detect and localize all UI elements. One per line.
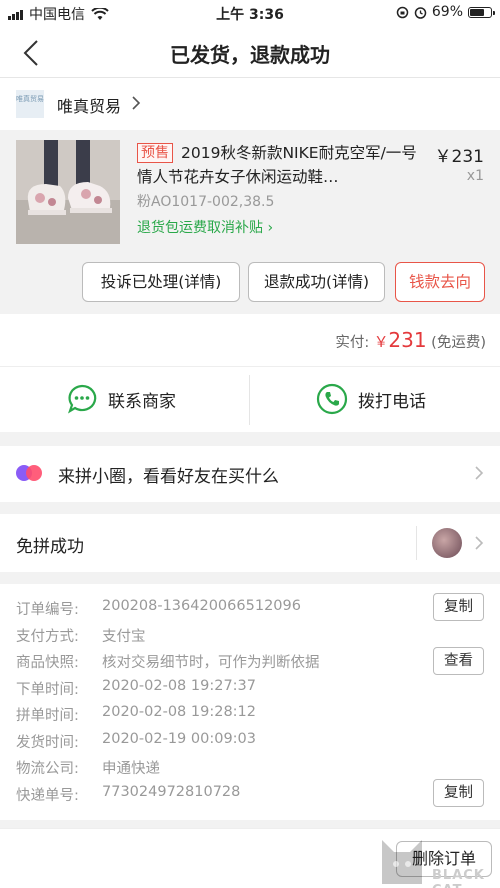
watermark-text: BLACK CAT [432, 868, 485, 888]
product-sku: 粉AO1017-002,38.5 [137, 194, 275, 210]
friend-circle-label: 来拼小圈，看看好友在买什么 [58, 467, 279, 487]
info-row: 拼单时间: 2020-02-08 19:28:12 [16, 704, 256, 725]
divider [416, 526, 417, 560]
info-row: 快递单号: 773024972810728 [16, 784, 240, 805]
copy-tracking-number-button[interactable]: 复制 [433, 779, 484, 807]
payment-summary: 实付: ￥231 (免运费) [0, 314, 500, 366]
info-value: 支付宝 [102, 629, 146, 645]
contact-merchant-label: 联系商家 [108, 391, 176, 412]
group-status-label: 免拼成功 [16, 537, 84, 557]
divider [249, 375, 250, 425]
order-info: 订单编号: 200208-136420066512096 支付方式: 支付宝 商品快… [0, 584, 500, 820]
info-key: 订单编号: [16, 602, 79, 618]
phone-icon [316, 383, 348, 415]
shipping-subsidy-link[interactable]: 退货包运费取消补贴 › [137, 217, 273, 237]
shipping-subsidy-label: 退货包运费取消补贴 [137, 220, 263, 236]
shop-logo: 唯真贸易 [16, 90, 44, 118]
product-image[interactable] [16, 140, 120, 244]
status-bar: 中国电信 上午 3:36 69% [0, 0, 500, 26]
view-snapshot-button[interactable]: 查看 [433, 647, 484, 675]
product-card[interactable]: 2019秋冬新款NIKE耐克空军/一号情人节花卉女子休闲运动鞋… 预售 ￥231… [0, 130, 500, 314]
info-value: 2020-02-08 19:27:37 [102, 678, 256, 694]
info-key: 支付方式: [16, 629, 79, 645]
info-value: 2020-02-08 19:28:12 [102, 704, 256, 720]
page-title: 已发货，退款成功 [170, 43, 330, 67]
complaint-detail-button[interactable]: 投诉已处理(详情) [82, 262, 240, 302]
info-value: 2020-02-19 00:09:03 [102, 731, 256, 747]
black-cat-logo-icon [382, 840, 422, 884]
info-key: 下单时间: [16, 682, 79, 698]
money-destination-button[interactable]: 钱款去向 [395, 262, 485, 302]
paid-amount: 231 [388, 328, 427, 352]
shop-name[interactable]: 唯真贸易 [57, 93, 121, 117]
paid-currency: ￥ [373, 335, 389, 351]
chevron-right-icon [475, 536, 484, 550]
contact-bar: 联系商家 拨打电话 [0, 366, 500, 432]
chevron-right-icon [475, 466, 484, 480]
info-key: 发货时间: [16, 735, 79, 751]
contact-merchant-button[interactable]: 联系商家 [66, 383, 176, 415]
info-key: 快递单号: [16, 788, 79, 804]
presale-badge: 预售 [137, 143, 173, 163]
alarm-icon [414, 6, 427, 19]
circle-logo-icon [16, 465, 42, 481]
chevron-right-icon [132, 96, 141, 110]
info-key: 商品快照: [16, 655, 79, 671]
watermark: BLACK CAT [372, 826, 500, 888]
chat-icon [68, 384, 97, 414]
shipping-note: (免运费) [431, 335, 486, 351]
lock-rotation-icon [396, 6, 409, 18]
product-quantity: x1 [466, 168, 484, 184]
info-value: 200208-136420066512096 [102, 598, 301, 614]
info-key: 拼单时间: [16, 708, 79, 724]
battery-percent: 69% [431, 4, 463, 20]
avatar[interactable] [432, 528, 462, 558]
group-status-row[interactable]: 免拼成功 [0, 514, 500, 572]
battery-icon [468, 6, 495, 18]
info-row: 订单编号: 200208-136420066512096 [16, 598, 301, 619]
product-price: ￥231 [434, 147, 484, 167]
call-label: 拨打电话 [358, 391, 426, 412]
nav-bar: 已发货，退款成功 [0, 26, 500, 78]
info-row: 发货时间: 2020-02-19 00:09:03 [16, 731, 256, 752]
chevron-right-icon: › [263, 220, 274, 236]
info-value: 核对交易细节时，可作为判断依据 [102, 655, 320, 671]
info-row: 物流公司: 申通快递 [16, 757, 160, 778]
info-value: 773024972810728 [102, 784, 241, 800]
info-value: 申通快递 [102, 761, 160, 777]
product-title[interactable]: 2019秋冬新款NIKE耐克空军/一号情人节花卉女子休闲运动鞋… [137, 141, 417, 189]
info-key: 物流公司: [16, 761, 79, 777]
copy-order-number-button[interactable]: 复制 [433, 593, 484, 621]
info-row: 支付方式: 支付宝 [16, 625, 146, 646]
refund-detail-button[interactable]: 退款成功(详情) [248, 262, 385, 302]
info-row: 商品快照: 核对交易细节时，可作为判断依据 [16, 651, 320, 672]
call-button[interactable]: 拨打电话 [316, 383, 426, 415]
shop-row[interactable]: 唯真贸易 唯真贸易 [0, 78, 500, 130]
paid-label: 实付: [335, 335, 370, 351]
friend-circle-row[interactable]: 来拼小圈，看看好友在买什么 [0, 446, 500, 502]
info-row: 下单时间: 2020-02-08 19:27:37 [16, 678, 256, 699]
